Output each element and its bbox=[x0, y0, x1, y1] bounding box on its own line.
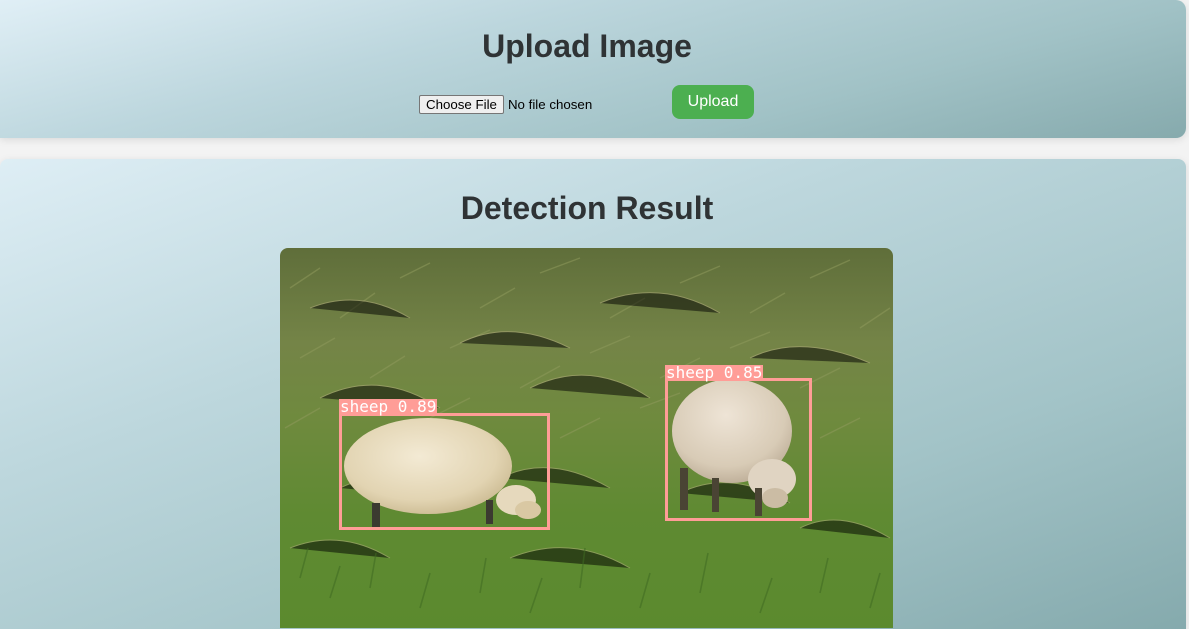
detection-label-1: sheep 0.89 bbox=[339, 397, 438, 416]
detection-box-1 bbox=[339, 413, 550, 530]
detection-image: sheep 0.89 sheep 0.85 bbox=[280, 248, 893, 628]
result-title: Detection Result bbox=[460, 190, 714, 226]
file-status-text: No file chosen bbox=[507, 96, 593, 112]
upload-button[interactable]: Upload bbox=[672, 85, 754, 119]
detection-box-2 bbox=[665, 378, 812, 521]
file-input[interactable]: Choose File No file chosen bbox=[419, 94, 592, 114]
detection-label-2: sheep 0.85 bbox=[665, 363, 764, 382]
result-panel: Detection Result sheep 0.89 sheep 0.85 bbox=[0, 159, 1186, 629]
choose-file-button[interactable]: Choose File bbox=[419, 94, 504, 114]
upload-title: Upload Image bbox=[482, 28, 692, 64]
upload-panel: Upload Image Choose File No file chosen … bbox=[0, 0, 1186, 138]
